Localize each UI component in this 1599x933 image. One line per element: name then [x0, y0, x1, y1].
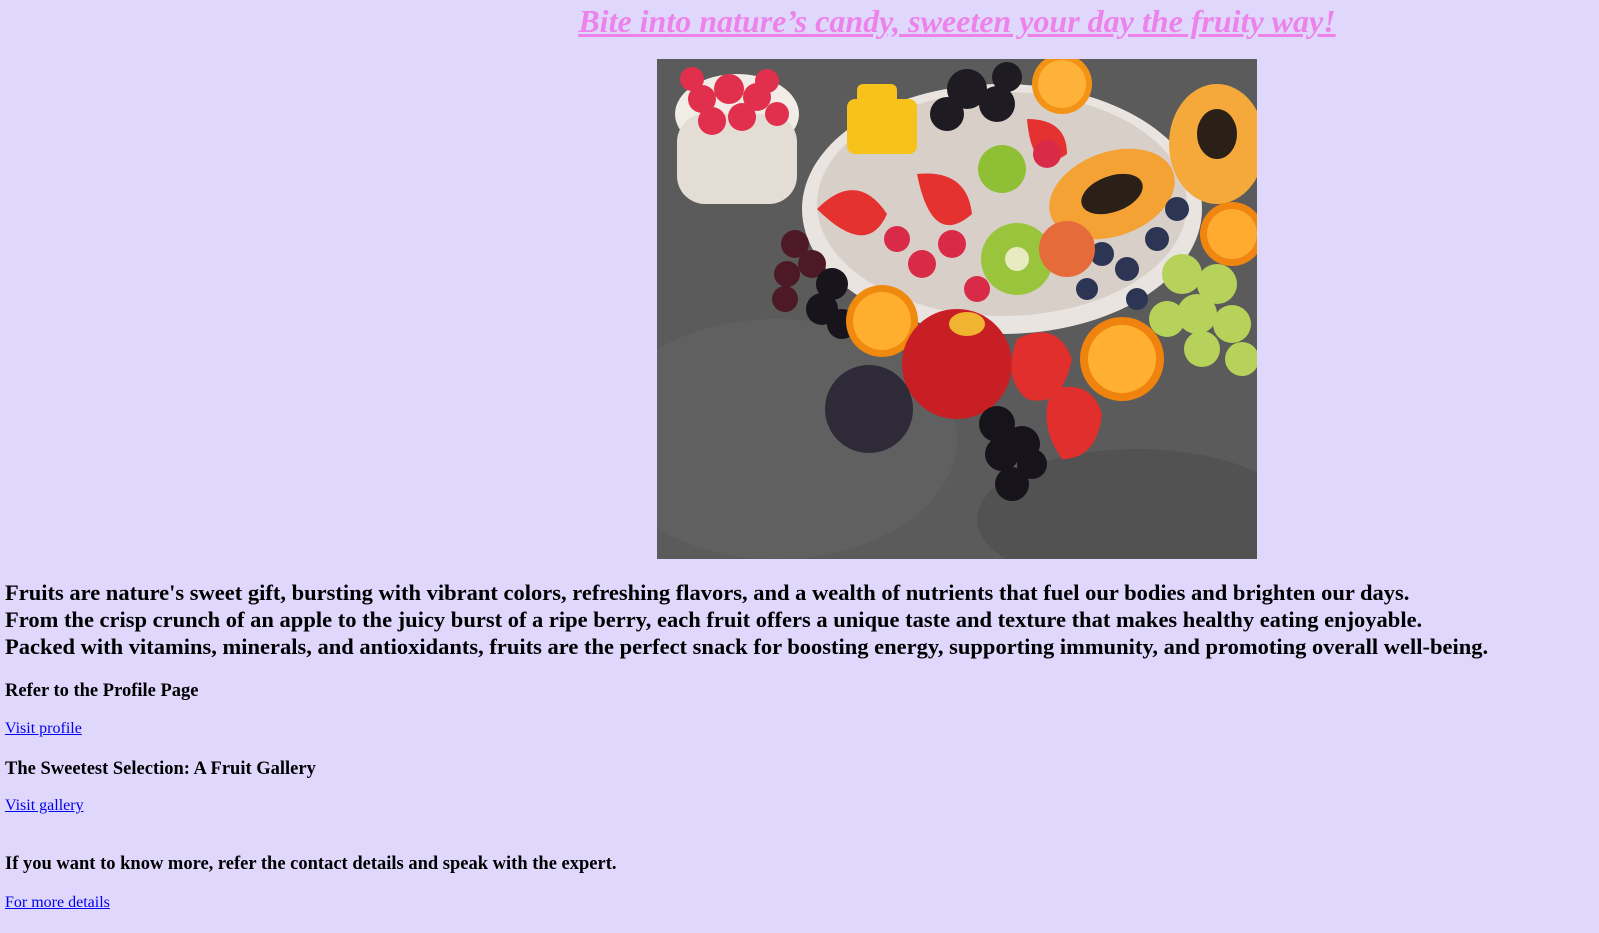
fruit-platter-illustration: [657, 59, 1257, 559]
visit-profile-link[interactable]: Visit profile: [5, 719, 82, 739]
profile-section-title: Refer to the Profile Page: [5, 681, 199, 701]
more-details-link[interactable]: For more details: [5, 893, 110, 913]
gallery-section-title: The Sweetest Selection: A Fruit Gallery: [5, 759, 316, 779]
contact-section-title: If you want to know more, refer the cont…: [5, 854, 617, 874]
intro-line: From the crisp crunch of an apple to the…: [5, 607, 1423, 632]
intro-paragraph: Fruits are nature's sweet gift, bursting…: [5, 579, 1488, 660]
fruit-platter-image: [657, 59, 1257, 559]
intro-line: Fruits are nature's sweet gift, bursting…: [5, 580, 1410, 605]
intro-line: Packed with vitamins, minerals, and anti…: [5, 634, 1489, 659]
page-headline: Bite into nature’s candy, sweeten your d…: [578, 3, 1336, 39]
page: Bite into nature’s candy, sweeten your d…: [0, 0, 1599, 933]
visit-gallery-link[interactable]: Visit gallery: [5, 796, 84, 816]
